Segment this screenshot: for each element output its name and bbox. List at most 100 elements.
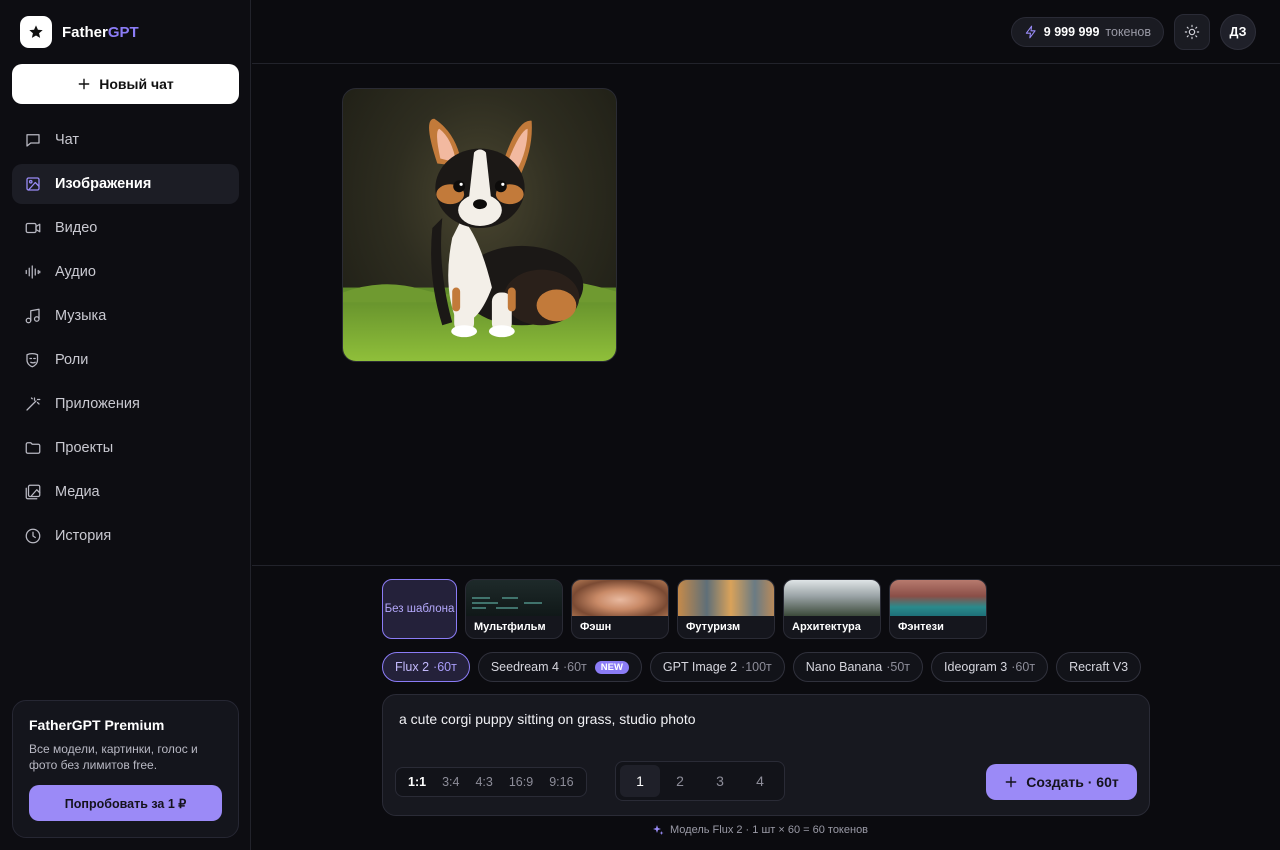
sidebar: FatherGPT Новый чат Чат Изображения Виде…: [0, 0, 251, 850]
count-option[interactable]: 2: [660, 765, 700, 797]
ratio-option[interactable]: 4:3: [467, 767, 500, 797]
count-option[interactable]: 3: [700, 765, 740, 797]
sidebar-item-apps[interactable]: Приложения: [12, 384, 239, 424]
roles-icon: [26, 352, 39, 368]
count-option[interactable]: 1: [620, 765, 660, 797]
template-label: Фэшн: [580, 621, 612, 633]
model-chip-flux-2[interactable]: Flux 2 ·60т: [382, 652, 470, 682]
plus-icon: [78, 78, 90, 90]
audio-icon: [25, 265, 41, 279]
theme-toggle-button[interactable]: [1174, 14, 1210, 50]
template-thumbnail: [890, 580, 986, 616]
new-chat-label: Новый чат: [99, 76, 174, 92]
try-premium-button[interactable]: Попробовать за 1 ₽: [29, 785, 222, 821]
topbar: 9 999 999 токенов ДЗ: [252, 0, 1280, 64]
model-chip-nano-banana[interactable]: Nano Banana ·50т: [792, 652, 924, 682]
model-chip-ideogram-3[interactable]: Ideogram 3 ·60т: [931, 652, 1049, 682]
premium-card: FatherGPT Premium Все модели, картинки, …: [12, 700, 239, 838]
sidebar-item-chat[interactable]: Чат: [12, 120, 239, 160]
ratio-option[interactable]: 9:16: [541, 767, 581, 797]
sidebar-item-label: Музыка: [55, 308, 107, 324]
template-fashion[interactable]: Фэшн: [571, 579, 669, 639]
cost-summary: Модель Flux 2 · 1 шт × 60 = 60 токенов: [652, 824, 868, 836]
model-name: Nano Banana: [805, 660, 883, 674]
template-label: Мультфильм: [474, 621, 546, 633]
sidebar-item-audio[interactable]: Аудио: [12, 252, 239, 292]
sidebar-item-projects[interactable]: Проекты: [12, 428, 239, 468]
model-name: GPT Image 2: [662, 660, 738, 674]
model-name: Seedream 4: [490, 660, 559, 674]
wand-icon: [26, 397, 41, 411]
ratio-option[interactable]: 1:1: [400, 767, 434, 797]
image-count-selector: 1 2 3 4: [615, 761, 785, 801]
sidebar-item-video[interactable]: Видео: [12, 208, 239, 248]
sparkles-icon: [653, 825, 664, 835]
media-icon: [25, 484, 41, 500]
token-unit: токенов: [1105, 25, 1151, 39]
sidebar-item-label: Приложения: [55, 396, 140, 412]
template-thumbnail: [678, 580, 774, 616]
template-thumbnail: [572, 580, 668, 616]
prompt-box: a cute corgi puppy sitting on grass, stu…: [382, 694, 1150, 816]
sidebar-item-label: Проекты: [55, 440, 114, 456]
template-architecture[interactable]: Архитектура: [783, 579, 881, 639]
model-chip-recraft-v3[interactable]: Recraft V3: [1056, 652, 1142, 682]
template-none[interactable]: Без шаблона: [382, 579, 457, 639]
model-cost: ·60т: [562, 660, 587, 674]
model-name: Ideogram 3: [944, 660, 1008, 674]
sidebar-nav: Чат Изображения Видео Аудио Музыка Роли: [12, 120, 239, 560]
clock-icon: [25, 528, 41, 544]
sidebar-item-label: Роли: [55, 352, 89, 368]
create-button[interactable]: Создать · 60т: [986, 764, 1137, 800]
sidebar-item-label: Видео: [55, 220, 98, 236]
model-cost: ·60т: [433, 660, 457, 674]
template-fantasy[interactable]: Фэнтези: [889, 579, 987, 639]
folder-icon: [25, 442, 41, 454]
create-button-label: Создать · 60т: [1026, 774, 1119, 790]
user-avatar[interactable]: ДЗ: [1220, 14, 1256, 50]
generated-image[interactable]: [342, 88, 617, 362]
chat-icon: [26, 134, 40, 147]
sidebar-item-label: История: [55, 528, 112, 544]
template-thumbnail: [784, 580, 880, 616]
image-icon: [26, 177, 40, 191]
template-label: Фэнтези: [898, 621, 944, 633]
template-label: Футуризм: [686, 621, 741, 633]
lightning-icon: [1025, 25, 1036, 39]
model-cost: ·50т: [886, 660, 911, 674]
app-root: FatherGPT Новый чат Чат Изображения Виде…: [0, 0, 1280, 850]
sidebar-item-label: Чат: [55, 132, 80, 148]
brand[interactable]: FatherGPT: [20, 16, 139, 48]
brand-name: FatherGPT: [62, 23, 139, 41]
sidebar-item-roles[interactable]: Роли: [12, 340, 239, 380]
sidebar-item-label: Аудио: [55, 264, 96, 280]
new-chat-button[interactable]: Новый чат: [12, 64, 239, 104]
template-label: Архитектура: [792, 621, 861, 633]
ratio-option[interactable]: 16:9: [501, 767, 541, 797]
corgi-puppy-illustration: [343, 118, 616, 361]
sidebar-item-label: Изображения: [55, 176, 152, 192]
model-chip-seedream-4[interactable]: Seedream 4 ·60т NEW: [477, 652, 642, 682]
video-icon: [25, 222, 41, 234]
model-cost: ·100т: [741, 660, 772, 674]
sidebar-item-media[interactable]: Медиа: [12, 472, 239, 512]
token-balance[interactable]: 9 999 999 токенов: [1010, 17, 1164, 47]
aspect-ratio-selector: 1:1 3:4 4:3 16:9 9:16: [395, 767, 587, 797]
prompt-input[interactable]: a cute corgi puppy sitting on grass, stu…: [399, 711, 696, 727]
composer-area: Без шаблона Мультфильм Фэшн Футуризм Арх…: [252, 565, 1280, 850]
plus-icon: [1005, 776, 1017, 788]
count-option[interactable]: 4: [740, 765, 780, 797]
model-chip-gpt-image-2[interactable]: GPT Image 2 ·100т: [649, 652, 785, 682]
template-thumbnail: [466, 580, 562, 616]
new-badge: NEW: [594, 660, 629, 674]
model-name: Flux 2: [395, 660, 430, 674]
star-logo-icon: [20, 16, 52, 48]
token-count: 9 999 999: [1043, 25, 1100, 39]
sidebar-item-history[interactable]: История: [12, 516, 239, 556]
template-futurism[interactable]: Футуризм: [677, 579, 775, 639]
template-cartoon[interactable]: Мультфильм: [465, 579, 563, 639]
sidebar-item-images[interactable]: Изображения: [12, 164, 239, 204]
sidebar-item-music[interactable]: Музыка: [12, 296, 239, 336]
ratio-option[interactable]: 3:4: [434, 767, 467, 797]
music-icon: [25, 308, 40, 324]
